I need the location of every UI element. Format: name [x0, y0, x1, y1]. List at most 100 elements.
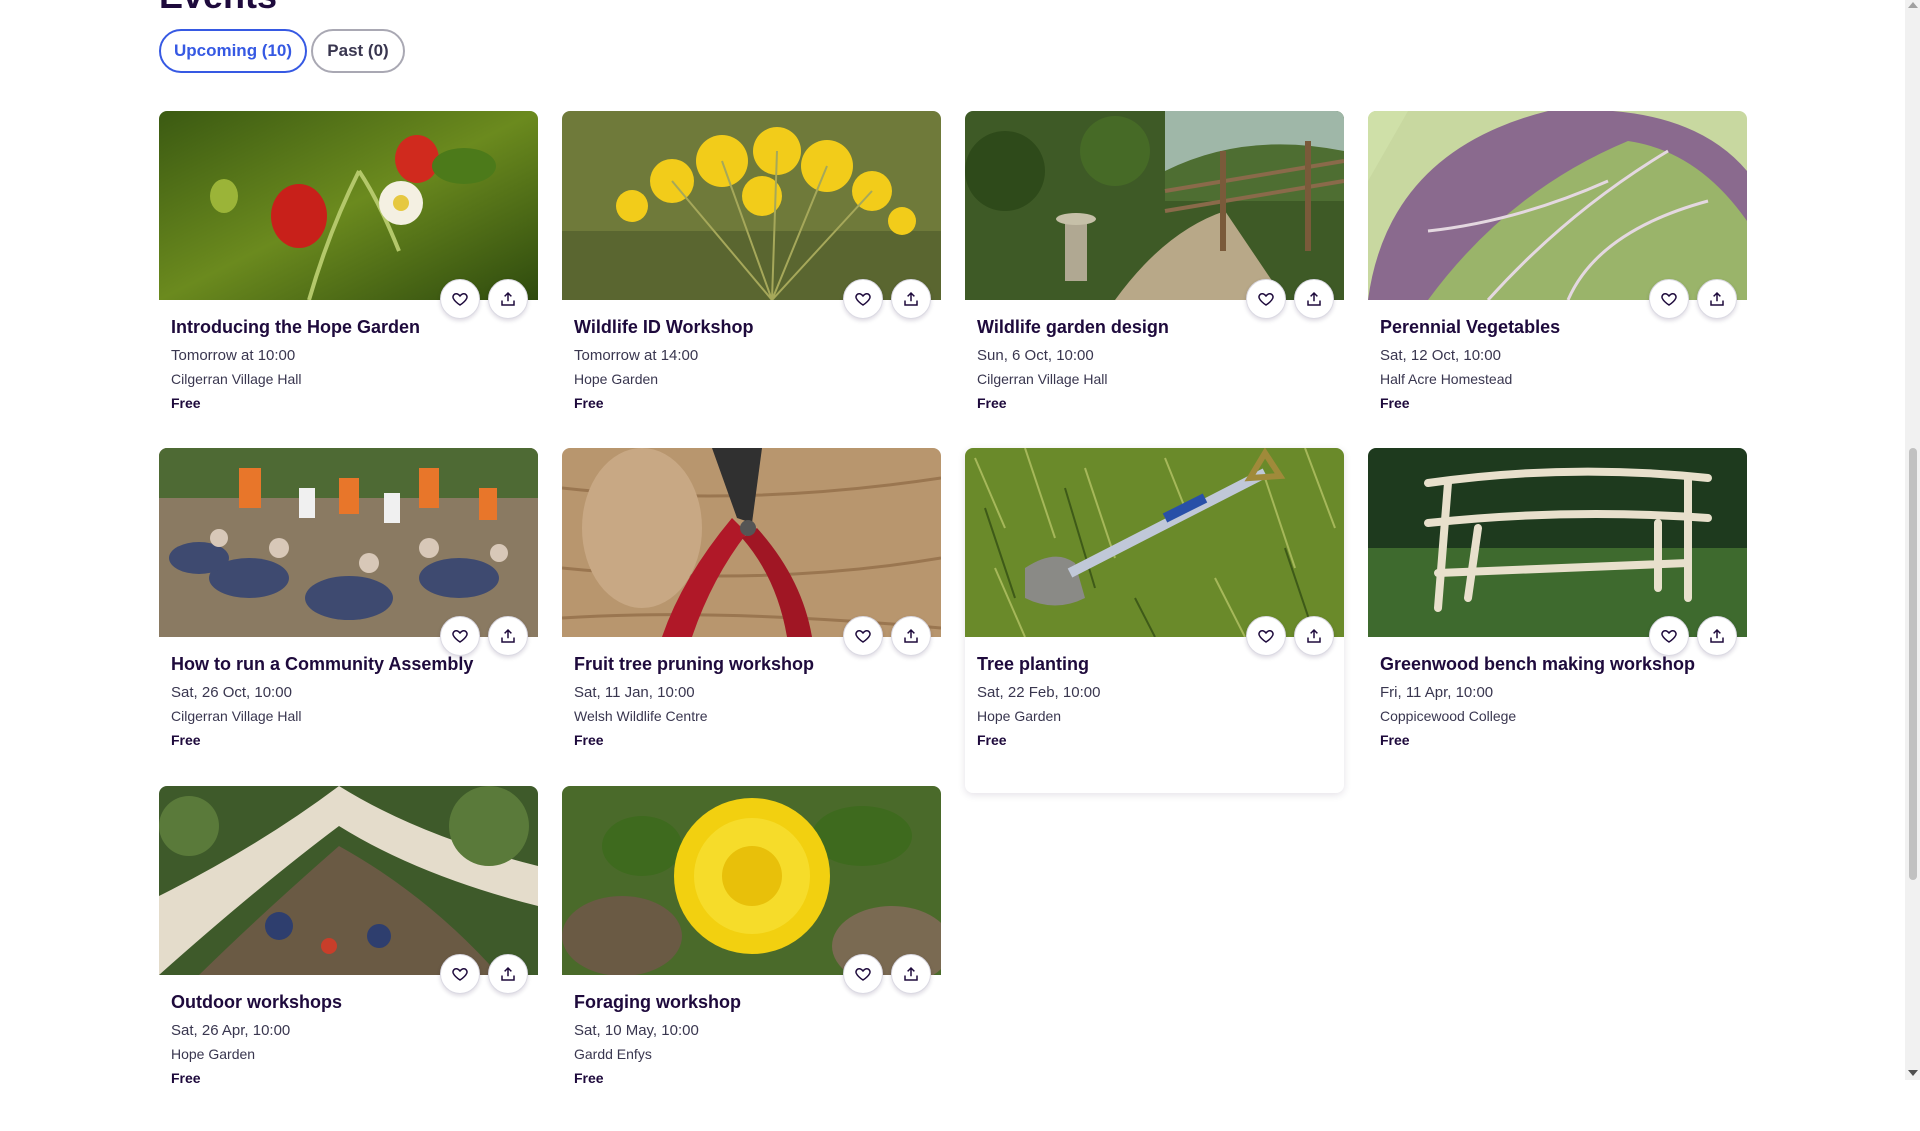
event-date: Sat, 26 Apr, 10:00	[171, 1022, 291, 1039]
like-button[interactable]	[440, 616, 480, 656]
share-icon	[904, 291, 918, 306]
event-image-strawberries[interactable]	[159, 111, 538, 300]
scrollbar-thumb[interactable]	[1909, 448, 1917, 880]
event-venue: Gardd Enfys	[574, 1046, 652, 1062]
event-image-bench[interactable]	[1368, 448, 1747, 637]
event-image-dandelion[interactable]	[562, 786, 941, 975]
event-venue: Half Acre Homestead	[1380, 371, 1513, 387]
event-price: Free	[171, 1070, 201, 1086]
event-title[interactable]: Introducing the Hope Garden	[171, 317, 420, 338]
event-image-assembly[interactable]	[159, 448, 538, 637]
event-date: Sat, 12 Oct, 10:00	[1380, 347, 1501, 364]
share-button[interactable]	[488, 954, 528, 994]
heart-icon	[452, 292, 468, 306]
event-image-secateurs[interactable]	[562, 448, 941, 637]
tab-upcoming[interactable]: Upcoming (10)	[159, 29, 307, 73]
event-price: Free	[574, 395, 604, 411]
event-date: Tomorrow at 14:00	[574, 347, 699, 364]
share-icon	[501, 628, 515, 643]
event-venue: Welsh Wildlife Centre	[574, 708, 708, 724]
event-venue: Cilgerran Village Hall	[171, 371, 302, 387]
event-title[interactable]: Perennial Vegetables	[1380, 317, 1560, 338]
event-title[interactable]: Fruit tree pruning workshop	[574, 654, 814, 675]
share-button[interactable]	[1294, 279, 1334, 319]
event-title[interactable]: Foraging workshop	[574, 992, 741, 1013]
event-date: Sun, 6 Oct, 10:00	[977, 347, 1094, 364]
heart-icon	[452, 967, 468, 981]
like-button[interactable]	[1649, 279, 1689, 319]
like-button[interactable]	[1246, 279, 1286, 319]
share-button[interactable]	[1697, 279, 1737, 319]
like-button[interactable]	[440, 954, 480, 994]
event-card[interactable]: Perennial Vegetables Sat, 12 Oct, 10:00 …	[1368, 111, 1747, 456]
event-title[interactable]: Outdoor workshops	[171, 992, 342, 1013]
share-button[interactable]	[488, 279, 528, 319]
share-icon	[1710, 291, 1724, 306]
event-card[interactable]: Foraging workshop Sat, 10 May, 10:00 Gar…	[562, 786, 941, 1131]
page-title: Events	[159, 0, 277, 14]
event-price: Free	[171, 732, 201, 748]
event-title[interactable]: Wildlife garden design	[977, 317, 1169, 338]
share-icon	[1307, 628, 1321, 643]
event-image-garden[interactable]	[965, 111, 1344, 300]
share-icon	[1307, 291, 1321, 306]
like-button[interactable]	[843, 279, 883, 319]
event-image-yellow-flowers[interactable]	[562, 111, 941, 300]
share-icon	[904, 628, 918, 643]
event-price: Free	[977, 732, 1007, 748]
event-price: Free	[171, 395, 201, 411]
heart-icon	[1258, 292, 1274, 306]
scroll-down-icon[interactable]	[1908, 1070, 1918, 1076]
event-price: Free	[1380, 395, 1410, 411]
like-button[interactable]	[1246, 616, 1286, 656]
event-venue: Hope Garden	[574, 371, 659, 387]
event-title[interactable]: Greenwood bench making workshop	[1380, 654, 1695, 675]
event-title[interactable]: Tree planting	[977, 654, 1089, 675]
event-card[interactable]: Introducing the Hope Garden Tomorrow at …	[159, 111, 538, 456]
like-button[interactable]	[843, 954, 883, 994]
event-title[interactable]: How to run a Community Assembly	[171, 654, 473, 675]
share-button[interactable]	[1294, 616, 1334, 656]
event-card[interactable]: How to run a Community Assembly Sat, 26 …	[159, 448, 538, 793]
share-icon	[1710, 628, 1724, 643]
event-venue: Cilgerran Village Hall	[977, 371, 1108, 387]
event-venue: Hope Garden	[171, 1046, 256, 1062]
event-price: Free	[574, 1070, 604, 1086]
event-card[interactable]: Tree planting Sat, 22 Feb, 10:00 Hope Ga…	[965, 448, 1344, 793]
share-button[interactable]	[891, 616, 931, 656]
event-venue: Hope Garden	[977, 708, 1062, 724]
event-image-tent[interactable]	[159, 786, 538, 975]
like-button[interactable]	[843, 616, 883, 656]
event-title[interactable]: Wildlife ID Workshop	[574, 317, 754, 338]
event-price: Free	[977, 395, 1007, 411]
share-button[interactable]	[891, 954, 931, 994]
scroll-up-icon[interactable]	[1908, 2, 1918, 8]
event-image-spade[interactable]	[965, 448, 1344, 637]
heart-icon	[855, 292, 871, 306]
event-card[interactable]: Wildlife ID Workshop Tomorrow at 14:00 H…	[562, 111, 941, 456]
event-image-leaf[interactable]	[1368, 111, 1747, 300]
event-date: Sat, 11 Jan, 10:00	[574, 684, 695, 701]
heart-icon	[452, 629, 468, 643]
event-venue: Cilgerran Village Hall	[171, 708, 302, 724]
share-icon	[501, 966, 515, 981]
event-card[interactable]: Outdoor workshops Sat, 26 Apr, 10:00 Hop…	[159, 786, 538, 1131]
share-icon	[904, 966, 918, 981]
event-date: Fri, 11 Apr, 10:00	[1380, 684, 1494, 701]
tab-past[interactable]: Past (0)	[311, 29, 405, 73]
share-icon	[501, 291, 515, 306]
share-button[interactable]	[891, 279, 931, 319]
share-button[interactable]	[488, 616, 528, 656]
like-button[interactable]	[440, 279, 480, 319]
like-button[interactable]	[1649, 616, 1689, 656]
event-date: Sat, 22 Feb, 10:00	[977, 684, 1101, 701]
event-price: Free	[1380, 732, 1410, 748]
event-card[interactable]: Greenwood bench making workshop Fri, 11 …	[1368, 448, 1747, 793]
event-price: Free	[574, 732, 604, 748]
event-card[interactable]: Wildlife garden design Sun, 6 Oct, 10:00…	[965, 111, 1344, 456]
share-button[interactable]	[1697, 616, 1737, 656]
heart-icon	[1661, 629, 1677, 643]
heart-icon	[855, 967, 871, 981]
event-card[interactable]: Fruit tree pruning workshop Sat, 11 Jan,…	[562, 448, 941, 793]
heart-icon	[855, 629, 871, 643]
